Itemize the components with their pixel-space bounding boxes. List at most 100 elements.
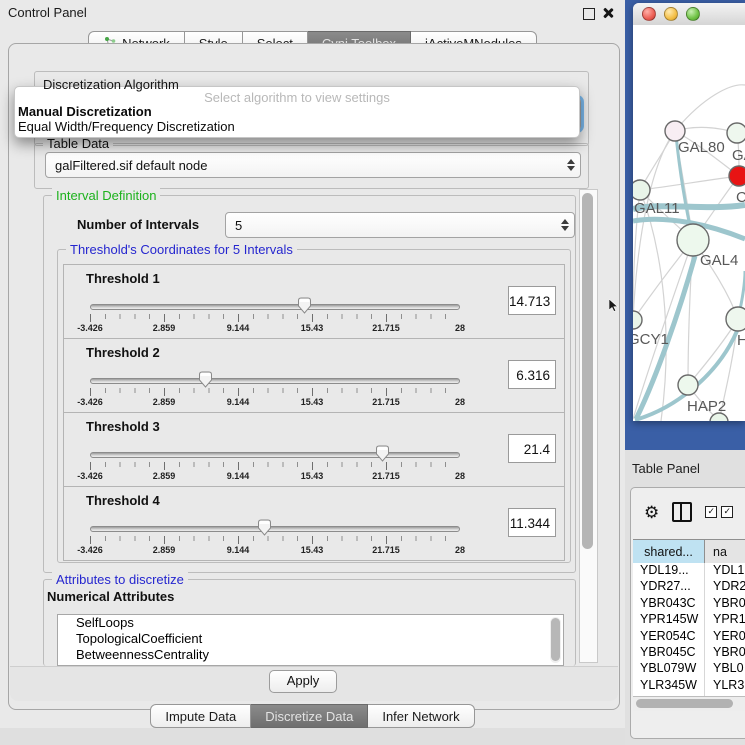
apply-button[interactable]: Apply — [269, 670, 337, 693]
tick-label: -3.426 — [77, 397, 103, 407]
table-row[interactable]: YDR27...YDR2 — [633, 579, 745, 595]
threshold-value-field[interactable]: 6.316 — [508, 360, 556, 389]
checkbox-icon[interactable]: ✓ — [721, 506, 733, 518]
network-node-hap2[interactable] — [678, 375, 698, 395]
tab-infer-network[interactable]: Infer Network — [368, 704, 474, 728]
slider-thumb[interactable] — [375, 445, 390, 462]
tab-discretize-data[interactable]: Discretize Data — [251, 704, 368, 728]
table-header: shared... na — [633, 539, 745, 564]
tick-label: 28 — [455, 471, 465, 481]
tick-label: 2.859 — [153, 323, 176, 333]
table-row[interactable]: YBR045CYBR0 — [633, 645, 745, 661]
horizontal-scrollbar[interactable] — [633, 696, 745, 711]
threshold-slider[interactable]: -3.4262.8599.14415.4321.71528 — [90, 450, 460, 482]
node-label-gcy1: GCY1 — [633, 331, 669, 348]
cell-name: YER0 — [705, 629, 745, 645]
attribute-item-topologicalcoefficient[interactable]: TopologicalCoefficient — [58, 631, 563, 647]
node-label-top-right-node: GA — [732, 147, 745, 164]
cell-name: YBR0 — [705, 596, 745, 612]
attribute-item-selfloops[interactable]: SelfLoops — [58, 615, 563, 631]
slider-major-ticks — [90, 536, 460, 544]
tick-label: 9.144 — [227, 323, 250, 333]
network-canvas[interactable]: GAL80GACGAL11GAL4GCY1HHAP2 — [633, 25, 745, 421]
popup-option-equal-width-frequency-discretization[interactable]: Equal Width/Frequency Discretization — [18, 119, 235, 134]
num-intervals-combo[interactable]: 5 — [225, 212, 575, 238]
table-row[interactable]: YLR345WYLR3 — [633, 678, 745, 694]
attributes-group-title: Attributes to discretize — [52, 572, 188, 587]
tick-label: 9.144 — [227, 397, 250, 407]
minimize-traffic-light-icon[interactable] — [664, 7, 678, 21]
popup-option-manual-discretization[interactable]: Manual Discretization — [18, 104, 152, 119]
network-window-titlebar[interactable] — [633, 3, 745, 26]
list-scrollbar-thumb[interactable] — [551, 618, 560, 661]
attributes-group: Attributes to discretize Numerical Attri… — [43, 579, 576, 666]
horizontal-scrollbar-thumb[interactable] — [636, 699, 733, 708]
tick-label: 21.715 — [372, 545, 400, 555]
interval-definition-title: Interval Definition — [52, 188, 160, 203]
column-header-name[interactable]: na — [705, 540, 745, 563]
cell-name: YLR3 — [705, 678, 745, 694]
zoom-traffic-light-icon[interactable] — [686, 7, 700, 21]
network-node-gal80[interactable] — [665, 121, 685, 141]
slider-thumb[interactable] — [297, 297, 312, 314]
attribute-item-betweennesscentrality[interactable]: BetweennessCentrality — [58, 647, 563, 663]
cell-shared-name: YBR045C — [633, 645, 705, 661]
node-label-gal11: GAL11 — [634, 200, 680, 217]
panel-scrollbar-thumb[interactable] — [582, 193, 593, 549]
table-panel-toolbar: ⚙ ✓ ✓ — [631, 488, 745, 536]
node-label-h-node: H — [737, 332, 745, 349]
float-window-icon[interactable] — [583, 8, 595, 20]
network-window[interactable]: GAL80GACGAL11GAL4GCY1HHAP2 — [633, 3, 745, 421]
tick-label: 28 — [455, 545, 465, 555]
slider-thumb[interactable] — [257, 519, 272, 536]
table-row[interactable]: YBR043CYBR0 — [633, 596, 745, 612]
network-node-gcy1[interactable] — [633, 311, 642, 329]
threshold-value-field[interactable]: 21.4 — [508, 434, 556, 463]
cell-name: YDL1 — [705, 563, 745, 579]
close-icon[interactable] — [602, 7, 614, 19]
panel-scrollbar[interactable] — [579, 189, 598, 663]
mouse-cursor — [609, 299, 619, 312]
node-label-red-node: C — [736, 189, 745, 206]
network-node-gal11[interactable] — [633, 180, 650, 200]
threshold-slider[interactable]: -3.4262.8599.14415.4321.71528 — [90, 302, 460, 334]
table-row[interactable]: YDL19...YDL1 — [633, 563, 745, 579]
threshold-value-field[interactable]: 11.344 — [508, 508, 556, 537]
network-node-h-node[interactable] — [726, 307, 745, 331]
tab-impute-data[interactable]: Impute Data — [150, 704, 251, 728]
table-data-combo[interactable]: galFiltered.sif default node — [45, 152, 581, 178]
slider-major-ticks — [90, 314, 460, 322]
discretization-algorithm-label: Discretization Algorithm — [43, 77, 179, 92]
cell-name: YBL0 — [705, 661, 745, 677]
threshold-slider[interactable]: -3.4262.8599.14415.4321.71528 — [90, 524, 460, 556]
slider-track — [90, 452, 460, 458]
slider-major-ticks — [90, 462, 460, 470]
tick-label: 21.715 — [372, 397, 400, 407]
network-node-top-right-node[interactable] — [727, 123, 745, 143]
tick-label: -3.426 — [77, 545, 103, 555]
threshold-value-field[interactable]: 14.713 — [508, 286, 556, 315]
tab-label: Discretize Data — [265, 709, 353, 724]
threshold-group-title: Threshold's Coordinates for 5 Intervals — [66, 242, 297, 257]
table-row[interactable]: YBL079WYBL0 — [633, 661, 745, 677]
cell-shared-name: YLR345W — [633, 678, 705, 694]
list-scrollbar[interactable] — [550, 617, 561, 663]
table-row[interactable]: YER054CYER0 — [633, 629, 745, 645]
table-panel-title: Table Panel — [632, 461, 700, 476]
cell-shared-name: YBR043C — [633, 596, 705, 612]
slider-thumb[interactable] — [198, 371, 213, 388]
network-node-red-node[interactable] — [729, 166, 745, 186]
numerical-attributes-list[interactable]: SelfLoopsTopologicalCoefficientBetweenne… — [57, 614, 564, 666]
checkbox-icon[interactable]: ✓ — [705, 506, 717, 518]
threshold-panel-2: Threshold 2-3.4262.8599.14415.4321.71528… — [63, 338, 565, 413]
close-traffic-light-icon[interactable] — [642, 7, 656, 21]
column-header-shared[interactable]: shared... — [633, 540, 705, 563]
table-panel: ⚙ ✓ ✓ shared... na YDL19...YDL1YDR27...Y… — [630, 487, 745, 739]
gear-icon[interactable]: ⚙ — [644, 504, 659, 521]
cell-shared-name: YBL079W — [633, 661, 705, 677]
split-columns-icon[interactable] — [672, 502, 692, 522]
slider-track — [90, 304, 460, 310]
threshold-slider[interactable]: -3.4262.8599.14415.4321.71528 — [90, 376, 460, 408]
table-row[interactable]: YPR145WYPR1 — [633, 612, 745, 628]
numerical-attributes-label: Numerical Attributes — [47, 589, 174, 604]
